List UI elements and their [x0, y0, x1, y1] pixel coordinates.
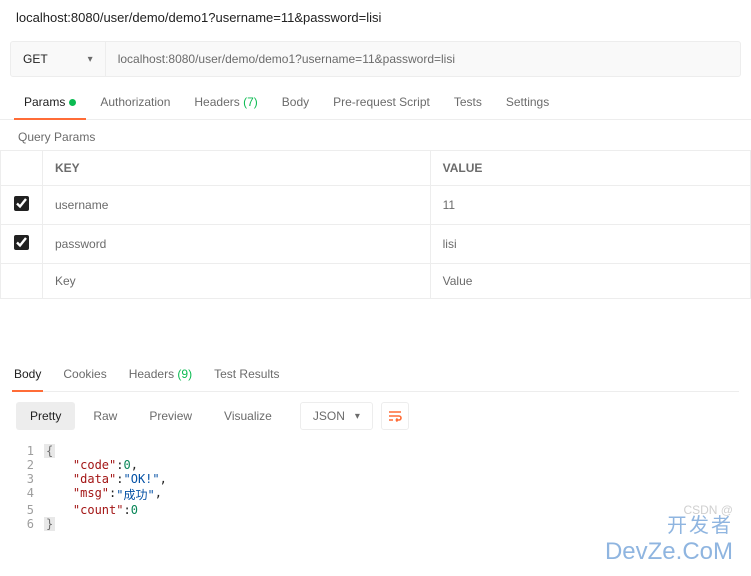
view-raw[interactable]: Raw [79, 402, 131, 430]
key-input[interactable]: Key [43, 264, 431, 299]
response-tabs: Body Cookies Headers (9) Test Results [12, 359, 739, 392]
view-pretty[interactable]: Pretty [16, 402, 75, 430]
resp-tab-cookies[interactable]: Cookies [61, 359, 108, 391]
col-value: VALUE [430, 151, 750, 186]
url-input[interactable]: localhost:8080/user/demo/demo1?username=… [106, 42, 740, 76]
table-row: password lisi [1, 225, 751, 264]
tab-headers[interactable]: Headers (7) [184, 87, 267, 119]
view-preview[interactable]: Preview [135, 402, 206, 430]
method-label: GET [23, 52, 48, 66]
resp-tab-body[interactable]: Body [12, 359, 43, 391]
tab-params[interactable]: Params [14, 87, 86, 119]
tab-tests[interactable]: Tests [444, 87, 492, 119]
value-input[interactable]: Value [430, 264, 750, 299]
response-body[interactable]: 1{ 2 "code": 0, 3 "data": "OK!", 4 "msg"… [12, 440, 739, 541]
resp-tab-headers[interactable]: Headers (9) [127, 359, 194, 391]
chevron-down-icon: ▾ [355, 411, 360, 422]
request-tabs: Params Authorization Headers (7) Body Pr… [0, 87, 751, 120]
params-table: KEY VALUE username 11 password lisi Key … [0, 150, 751, 299]
col-key: KEY [43, 151, 431, 186]
table-header-row: KEY VALUE [1, 151, 751, 186]
tab-prerequest[interactable]: Pre-request Script [323, 87, 440, 119]
resp-tab-test-results[interactable]: Test Results [212, 359, 281, 391]
query-params-label: Query Params [0, 120, 751, 150]
format-dropdown[interactable]: JSON▾ [300, 402, 373, 430]
chevron-down-icon: ▾ [88, 54, 93, 65]
method-select[interactable]: GET ▾ [11, 42, 106, 76]
table-row-empty: Key Value [1, 264, 751, 299]
view-visualize[interactable]: Visualize [210, 402, 286, 430]
param-value[interactable]: lisi [430, 225, 750, 264]
request-title: localhost:8080/user/demo/demo1?username=… [0, 0, 751, 35]
param-key[interactable]: password [43, 225, 431, 264]
tab-settings[interactable]: Settings [496, 87, 559, 119]
table-row: username 11 [1, 186, 751, 225]
wrap-lines-icon[interactable] [381, 402, 409, 430]
params-indicator-icon [69, 99, 76, 106]
param-value[interactable]: 11 [430, 186, 750, 225]
row-checkbox[interactable] [14, 235, 29, 250]
tab-body[interactable]: Body [272, 87, 319, 119]
request-bar: GET ▾ localhost:8080/user/demo/demo1?use… [10, 41, 741, 77]
tab-authorization[interactable]: Authorization [90, 87, 180, 119]
view-bar: Pretty Raw Preview Visualize JSON▾ [12, 392, 739, 440]
row-checkbox[interactable] [14, 196, 29, 211]
response-panel: Body Cookies Headers (9) Test Results Pr… [0, 359, 751, 541]
param-key[interactable]: username [43, 186, 431, 225]
